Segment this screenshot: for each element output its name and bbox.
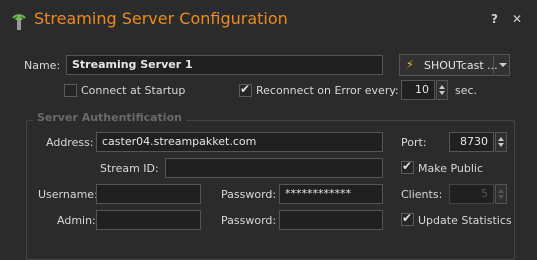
- admin-label: Admin:: [57, 214, 96, 227]
- reconnect-interval-input[interactable]: 10: [401, 80, 435, 100]
- reconnect-label: Reconnect on Error every:: [256, 84, 399, 97]
- port-input[interactable]: 8730: [449, 132, 494, 152]
- spin-up-icon[interactable]: [439, 85, 445, 89]
- make-public-label: Make Public: [418, 162, 484, 175]
- server-type-dropdown[interactable]: ⚡ SHOUTcast ...: [399, 54, 510, 76]
- clients-spinner: [495, 184, 507, 204]
- server-type-value: SHOUTcast ...: [424, 59, 498, 72]
- name-input[interactable]: Streaming Server 1: [66, 55, 383, 75]
- address-label: Address:: [46, 136, 94, 149]
- clients-label: Clients:: [401, 188, 443, 201]
- spin-down-icon[interactable]: [498, 143, 504, 147]
- lightning-icon: ⚡: [406, 58, 414, 71]
- update-statistics-label: Update Statistics: [418, 214, 512, 227]
- group-title: Server Authentification: [33, 111, 186, 124]
- connect-startup-label: Connect at Startup: [81, 84, 186, 97]
- username-label: Username:: [38, 188, 98, 201]
- reconnect-interval-spinner[interactable]: [436, 80, 448, 100]
- reconnect-unit: sec.: [455, 84, 478, 97]
- password-label: Password:: [221, 188, 277, 201]
- reconnect-checkbox[interactable]: [239, 82, 252, 97]
- make-public-checkbox[interactable]: [401, 159, 414, 174]
- admin-input[interactable]: [96, 210, 201, 230]
- connect-startup-checkbox[interactable]: [64, 84, 77, 97]
- app-icon: [10, 10, 28, 30]
- chevron-down-icon[interactable]: [499, 63, 507, 67]
- clients-input: 5: [449, 184, 494, 204]
- update-statistics-checkbox[interactable]: [401, 211, 414, 226]
- close-button[interactable]: ✕: [512, 12, 522, 26]
- name-label: Name:: [24, 59, 61, 72]
- username-input[interactable]: [96, 184, 201, 204]
- stream-id-input[interactable]: [165, 158, 383, 178]
- spin-up-icon[interactable]: [498, 137, 504, 141]
- port-label: Port:: [401, 136, 427, 149]
- admin-password-label: Password:: [221, 214, 277, 227]
- spin-up-icon: [498, 189, 504, 193]
- password-input[interactable]: ************: [279, 184, 383, 204]
- help-button[interactable]: ?: [491, 12, 498, 26]
- spin-down-icon[interactable]: [439, 91, 445, 95]
- spin-down-icon: [498, 195, 504, 199]
- address-input[interactable]: caster04.streampakket.com: [96, 132, 383, 152]
- port-spinner[interactable]: [495, 132, 507, 152]
- dropdown-separator: [493, 56, 494, 74]
- stream-id-label: Stream ID:: [100, 162, 159, 175]
- admin-password-input[interactable]: [279, 210, 383, 230]
- window-title: Streaming Server Configuration: [34, 9, 288, 28]
